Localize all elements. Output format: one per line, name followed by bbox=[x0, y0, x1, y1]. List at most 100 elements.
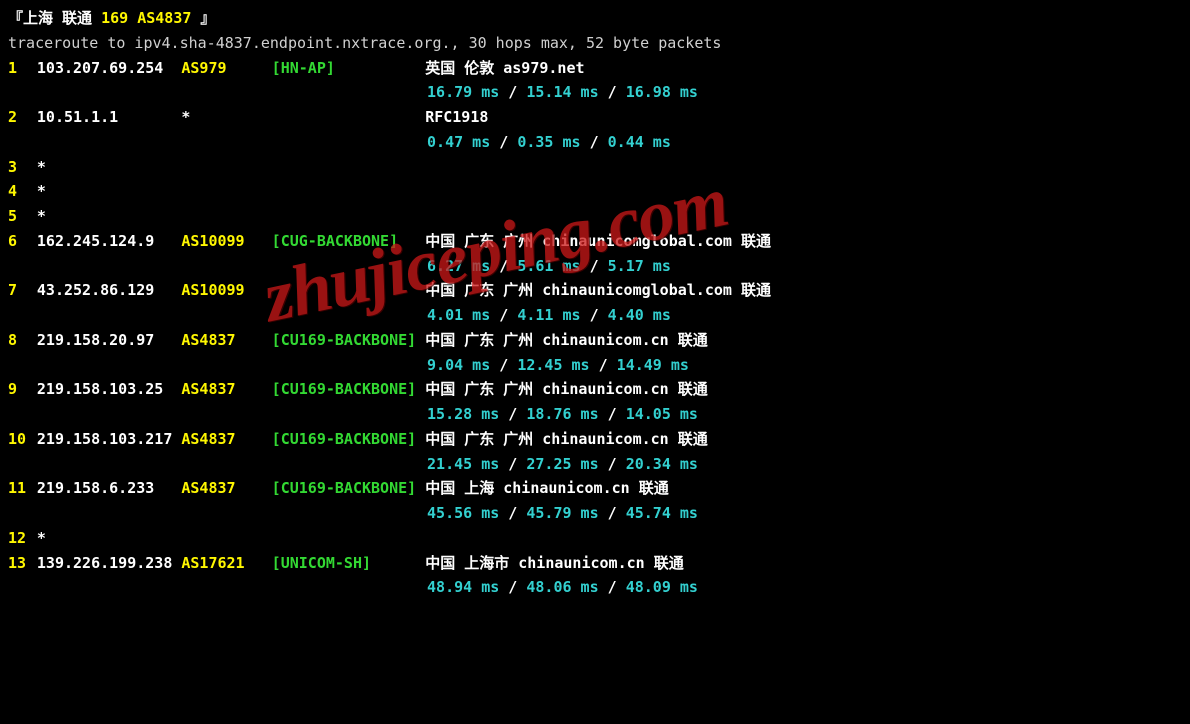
hop-ip: 103.207.69.254 bbox=[37, 56, 181, 81]
hop-ip: * bbox=[37, 204, 181, 229]
hop-rtt: 48.06 ms bbox=[526, 578, 598, 596]
hop-location-info: 中国 上海 chinaunicom.cn 联通 bbox=[425, 476, 669, 501]
hop-ip: * bbox=[37, 155, 181, 180]
hop-index: 6 bbox=[8, 229, 37, 254]
hop-asn: AS979 bbox=[181, 56, 271, 81]
rtt-separator: / bbox=[499, 504, 526, 522]
hop-location-info: 中国 广东 广州 chinaunicomglobal.com 联通 bbox=[425, 229, 771, 254]
hop-index: 9 bbox=[8, 377, 37, 402]
title-location: 上海 联通 bbox=[23, 9, 92, 27]
hop-ip: 162.245.124.9 bbox=[37, 229, 181, 254]
rtt-separator: / bbox=[581, 133, 608, 151]
title-route: 169 AS4837 bbox=[92, 9, 200, 27]
hop-rtt: 9.04 ms bbox=[427, 356, 490, 374]
hop-asn: AS10099 bbox=[181, 278, 271, 303]
hop-rtt-row: 48.94 ms / 48.06 ms / 48.09 ms bbox=[8, 575, 1182, 600]
hop-network: [CU169-BACKBONE] bbox=[272, 476, 426, 501]
hop-row: 5* bbox=[8, 204, 1182, 229]
hop-rtt-row: 0.47 ms / 0.35 ms / 0.44 ms bbox=[8, 130, 1182, 155]
rtt-separator: / bbox=[490, 257, 517, 275]
rtt-separator: / bbox=[490, 133, 517, 151]
hop-index: 13 bbox=[8, 551, 37, 576]
hop-rtt: 20.34 ms bbox=[626, 455, 698, 473]
hop-asn: AS4837 bbox=[181, 427, 271, 452]
hop-location-info: 中国 广东 广州 chinaunicom.cn 联通 bbox=[425, 377, 708, 402]
hop-location-info: RFC1918 bbox=[425, 105, 488, 130]
hop-index: 10 bbox=[8, 427, 37, 452]
hop-index: 12 bbox=[8, 526, 37, 551]
hop-ip: 10.51.1.1 bbox=[37, 105, 181, 130]
hop-location-info: 中国 广东 广州 chinaunicom.cn 联通 bbox=[425, 427, 708, 452]
hop-asn: AS4837 bbox=[181, 476, 271, 501]
rtt-separator: / bbox=[599, 405, 626, 423]
hop-rtt: 14.05 ms bbox=[626, 405, 698, 423]
hop-ip: 219.158.20.97 bbox=[37, 328, 181, 353]
hop-rtt: 12.45 ms bbox=[517, 356, 589, 374]
rtt-separator: / bbox=[599, 455, 626, 473]
hop-row: 8219.158.20.97AS4837[CU169-BACKBONE]中国 广… bbox=[8, 328, 1182, 353]
hop-row: 210.51.1.1*RFC1918 bbox=[8, 105, 1182, 130]
hop-network: [CUG-BACKBONE] bbox=[272, 229, 426, 254]
hop-ip: 219.158.103.25 bbox=[37, 377, 181, 402]
hop-ip: 219.158.103.217 bbox=[37, 427, 181, 452]
rtt-separator: / bbox=[499, 578, 526, 596]
rtt-separator: / bbox=[581, 257, 608, 275]
title-bracket-close: 』 bbox=[200, 9, 215, 27]
hop-location-info: 中国 上海市 chinaunicom.cn 联通 bbox=[425, 551, 684, 576]
hop-index: 5 bbox=[8, 204, 37, 229]
hop-rtt: 27.25 ms bbox=[526, 455, 598, 473]
hop-rtt: 0.47 ms bbox=[427, 133, 490, 151]
hop-index: 2 bbox=[8, 105, 37, 130]
hop-network: [HN-AP] bbox=[272, 56, 426, 81]
hop-rtt-row: 16.79 ms / 15.14 ms / 16.98 ms bbox=[8, 80, 1182, 105]
hop-rtt: 45.74 ms bbox=[626, 504, 698, 522]
hop-rtt: 45.56 ms bbox=[427, 504, 499, 522]
hop-rtt-row: 21.45 ms / 27.25 ms / 20.34 ms bbox=[8, 452, 1182, 477]
hop-index: 11 bbox=[8, 476, 37, 501]
hop-rtt: 5.17 ms bbox=[608, 257, 671, 275]
hop-rtt: 5.61 ms bbox=[517, 257, 580, 275]
hop-row: 11219.158.6.233AS4837[CU169-BACKBONE]中国 … bbox=[8, 476, 1182, 501]
hop-asn: AS17621 bbox=[181, 551, 271, 576]
hop-rtt-row: 45.56 ms / 45.79 ms / 45.74 ms bbox=[8, 501, 1182, 526]
hop-network: [CU169-BACKBONE] bbox=[272, 328, 426, 353]
hop-network: [CU169-BACKBONE] bbox=[272, 377, 426, 402]
hop-rtt: 21.45 ms bbox=[427, 455, 499, 473]
hop-ip: 43.252.86.129 bbox=[37, 278, 181, 303]
hop-rtt: 48.94 ms bbox=[427, 578, 499, 596]
hop-index: 3 bbox=[8, 155, 37, 180]
hop-network: [CU169-BACKBONE] bbox=[272, 427, 426, 452]
hop-index: 8 bbox=[8, 328, 37, 353]
hop-asn: AS10099 bbox=[181, 229, 271, 254]
rtt-separator: / bbox=[490, 306, 517, 324]
hop-rtt: 45.79 ms bbox=[526, 504, 598, 522]
rtt-separator: / bbox=[490, 356, 517, 374]
hop-asn: AS4837 bbox=[181, 377, 271, 402]
rtt-separator: / bbox=[581, 306, 608, 324]
hop-rtt-row: 6.27 ms / 5.61 ms / 5.17 ms bbox=[8, 254, 1182, 279]
hop-row: 1103.207.69.254AS979[HN-AP]英国 伦敦 as979.n… bbox=[8, 56, 1182, 81]
hop-asn: AS4837 bbox=[181, 328, 271, 353]
hop-row: 13139.226.199.238AS17621[UNICOM-SH]中国 上海… bbox=[8, 551, 1182, 576]
hop-row: 12* bbox=[8, 526, 1182, 551]
rtt-separator: / bbox=[599, 83, 626, 101]
hop-rtt: 4.40 ms bbox=[608, 306, 671, 324]
hop-ip: 219.158.6.233 bbox=[37, 476, 181, 501]
hop-rtt: 48.09 ms bbox=[626, 578, 698, 596]
hop-index: 1 bbox=[8, 56, 37, 81]
terminal-output: 『上海 联通 169 AS4837 』 traceroute to ipv4.s… bbox=[0, 0, 1190, 606]
hop-rtt-row: 15.28 ms / 18.76 ms / 14.05 ms bbox=[8, 402, 1182, 427]
hop-rtt: 0.35 ms bbox=[517, 133, 580, 151]
hop-index: 4 bbox=[8, 179, 37, 204]
hop-location-info: 中国 广东 广州 chinaunicomglobal.com 联通 bbox=[425, 278, 771, 303]
hop-rtt: 4.11 ms bbox=[517, 306, 580, 324]
hop-row: 4* bbox=[8, 179, 1182, 204]
hop-rtt: 16.98 ms bbox=[626, 83, 698, 101]
hop-location-info: 中国 广东 广州 chinaunicom.cn 联通 bbox=[425, 328, 708, 353]
hop-rtt: 4.01 ms bbox=[427, 306, 490, 324]
hop-ip: * bbox=[37, 179, 181, 204]
hop-rtt: 6.27 ms bbox=[427, 257, 490, 275]
traceroute-command: traceroute to ipv4.sha-4837.endpoint.nxt… bbox=[8, 31, 1182, 56]
rtt-separator: / bbox=[599, 504, 626, 522]
hop-row: 743.252.86.129AS10099中国 广东 广州 chinaunico… bbox=[8, 278, 1182, 303]
